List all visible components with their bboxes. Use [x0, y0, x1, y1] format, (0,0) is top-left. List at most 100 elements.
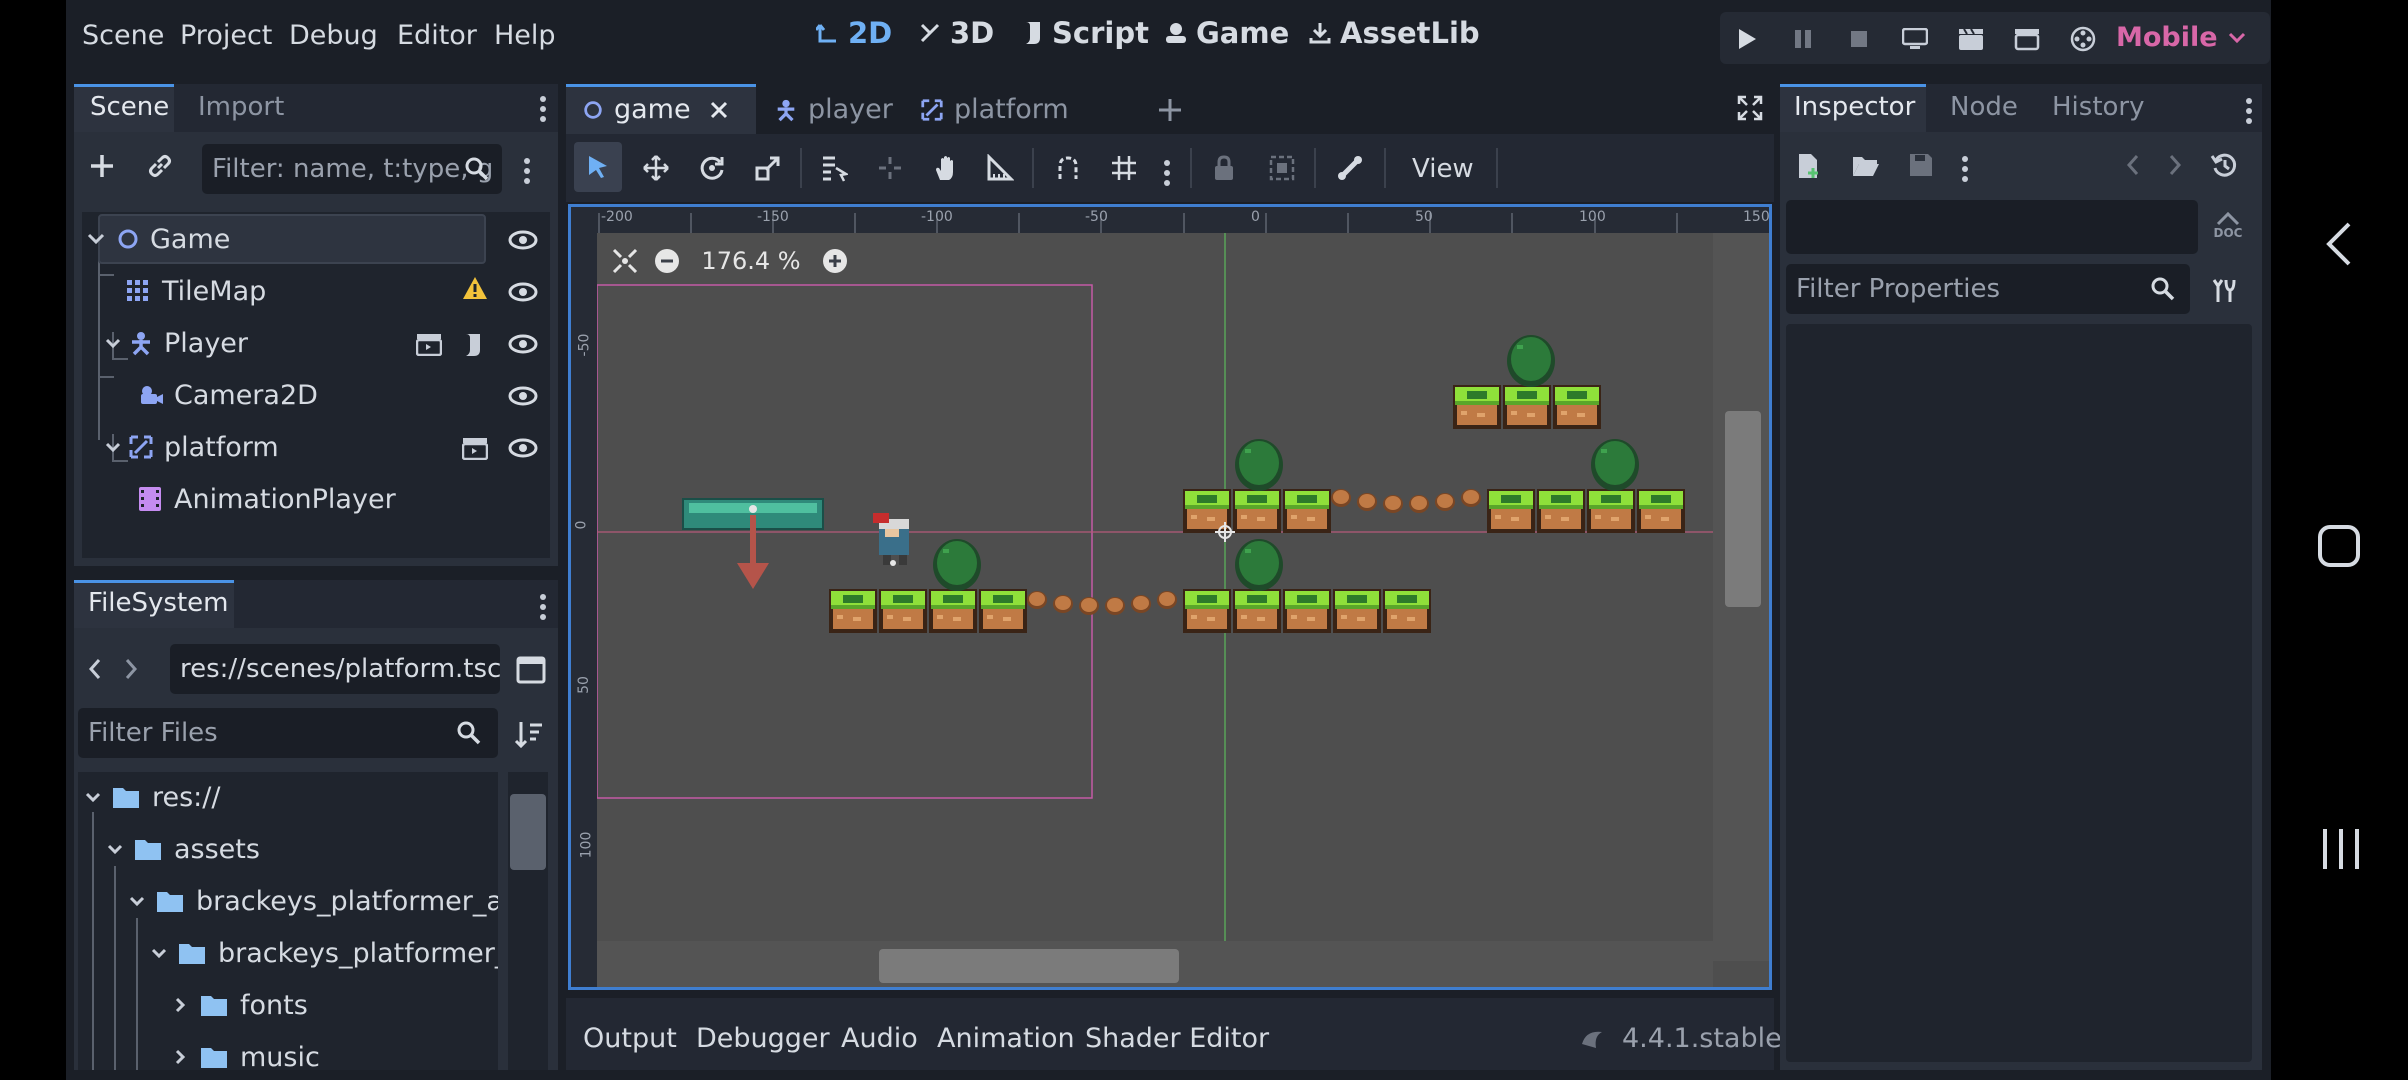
smart-snap-icon[interactable] — [1054, 154, 1082, 182]
center-view-icon[interactable] — [611, 247, 639, 275]
select-arrow-icon[interactable] — [586, 154, 610, 180]
instance-scene-button[interactable] — [146, 152, 174, 180]
open-folder-icon[interactable] — [1852, 154, 1880, 178]
chevron-down-icon[interactable] — [106, 843, 124, 855]
tab-node[interactable]: Node — [1950, 92, 2018, 122]
distraction-free-icon[interactable] — [1736, 94, 1764, 122]
menu-debug[interactable]: Debug — [289, 20, 378, 51]
forward-arrow-icon[interactable] — [124, 658, 138, 680]
visibility-eye-icon[interactable] — [508, 230, 538, 250]
tab-inspector[interactable]: Inspector — [1794, 92, 1915, 122]
inspector-menu-icon[interactable] — [2246, 94, 2254, 128]
pivot-tool-icon[interactable] — [876, 154, 904, 182]
grid-snap-icon[interactable] — [1110, 154, 1138, 182]
back-arrow-icon[interactable] — [88, 658, 102, 680]
player-sprite[interactable] — [873, 513, 909, 566]
split-view-icon[interactable] — [516, 656, 546, 684]
pause-button[interactable] — [1786, 22, 1820, 56]
group-icon[interactable] — [1268, 154, 1296, 182]
tab-history[interactable]: History — [2052, 92, 2145, 122]
chevron-right-icon[interactable] — [174, 1048, 186, 1066]
tree-item-platform[interactable]: platform — [104, 422, 279, 472]
scrollbar-thumb[interactable] — [879, 949, 1179, 983]
rotate-tool-icon[interactable] — [698, 154, 726, 182]
tab-player-scene[interactable]: player — [774, 94, 893, 125]
scrollbar-thumb[interactable] — [510, 794, 546, 870]
tree-item-game[interactable]: Game — [86, 214, 230, 264]
filesystem-path-input[interactable]: res://scenes/platform.tscn — [170, 644, 500, 694]
tree-item-animationplayer[interactable]: AnimationPlayer — [138, 474, 396, 524]
run-current-scene-button[interactable] — [1954, 22, 1988, 56]
tab-shader-editor[interactable]: Shader Editor — [1085, 1023, 1269, 1054]
tree-item-player[interactable]: Player — [104, 318, 248, 368]
scene-filter-input[interactable]: Filter: name, t:type, g — [202, 144, 502, 194]
open-in-editor-icon[interactable] — [462, 436, 488, 460]
visibility-eye-icon[interactable] — [508, 282, 538, 302]
skeleton-bone-icon[interactable] — [1336, 154, 1364, 182]
history-back-icon[interactable] — [2126, 154, 2140, 176]
tree-item-camera2d[interactable]: Camera2D — [138, 370, 318, 420]
new-resource-icon[interactable] — [1796, 152, 1822, 180]
file-item-res[interactable]: res:// — [84, 772, 220, 822]
open-docs-button[interactable]: DOC — [2210, 210, 2246, 246]
scene-dock-menu-icon[interactable] — [540, 92, 548, 126]
chevron-down-icon[interactable] — [84, 791, 102, 803]
object-selector[interactable] — [1786, 200, 2198, 254]
filesystem-filter-input[interactable]: Filter Files — [78, 708, 498, 758]
chevron-down-icon[interactable] — [150, 947, 168, 959]
update-spinner-icon[interactable] — [1580, 1026, 1606, 1050]
view-menu-button[interactable]: View — [1412, 154, 1474, 184]
chevron-down-icon[interactable] — [128, 895, 146, 907]
open-in-editor-icon[interactable] — [416, 332, 442, 356]
tab-animation[interactable]: Animation — [937, 1023, 1075, 1054]
visibility-eye-icon[interactable] — [508, 438, 538, 458]
chevron-down-icon[interactable] — [86, 232, 106, 246]
home-nav-icon[interactable] — [2317, 524, 2361, 568]
back-nav-icon[interactable] — [2325, 220, 2353, 268]
close-icon[interactable] — [709, 100, 729, 120]
script-icon[interactable] — [462, 332, 484, 358]
visibility-eye-icon[interactable] — [508, 386, 538, 406]
ruler-tool-icon[interactable] — [986, 154, 1014, 182]
tab-scene[interactable]: Scene — [90, 92, 169, 122]
history-clock-icon[interactable] — [2210, 152, 2238, 178]
mode-game-button[interactable]: Game — [1164, 16, 1289, 50]
file-tree-scrollbar[interactable] — [508, 772, 548, 1070]
tree-item-tilemap[interactable]: TileMap — [126, 266, 266, 316]
menu-help[interactable]: Help — [494, 20, 556, 51]
tab-debugger[interactable]: Debugger — [696, 1023, 830, 1054]
run-custom-scene-button[interactable] — [2010, 22, 2044, 56]
move-tool-icon[interactable] — [642, 154, 670, 182]
play-button[interactable] — [1730, 22, 1764, 56]
snap-options-icon[interactable] — [1164, 156, 1172, 190]
inspector-options-icon[interactable] — [1962, 152, 1970, 186]
list-select-icon[interactable] — [820, 154, 848, 182]
warning-icon[interactable] — [462, 276, 488, 300]
menu-editor[interactable]: Editor — [397, 20, 477, 51]
file-item-music[interactable]: music — [174, 1032, 320, 1070]
lock-icon[interactable] — [1212, 154, 1236, 182]
chevron-down-icon[interactable] — [104, 337, 122, 349]
menu-scene[interactable]: Scene — [82, 20, 164, 51]
menu-project[interactable]: Project — [180, 20, 272, 51]
chevron-right-icon[interactable] — [174, 996, 186, 1014]
tools-icon[interactable] — [2212, 276, 2240, 304]
tab-platform-scene[interactable]: platform — [920, 94, 1069, 125]
zoom-level[interactable]: 176.4 % — [695, 247, 807, 275]
tab-game-scene[interactable]: game — [582, 94, 729, 125]
add-node-button[interactable] — [88, 152, 116, 180]
recents-nav-icon[interactable] — [2321, 826, 2361, 872]
file-item-brackeys-assets[interactable]: brackeys_platformer_a... — [128, 876, 498, 926]
filesystem-menu-icon[interactable] — [540, 590, 548, 624]
filter-properties-input[interactable]: Filter Properties — [1786, 264, 2190, 314]
file-item-brackeys-platformer[interactable]: brackeys_platformer_... — [150, 928, 498, 978]
scene-filter-options-icon[interactable] — [524, 154, 532, 188]
mode-assetlib-button[interactable]: AssetLib — [1308, 16, 1480, 50]
horizontal-scrollbar[interactable] — [597, 941, 1713, 987]
history-forward-icon[interactable] — [2168, 154, 2182, 176]
renderer-selector[interactable]: Mobile — [2116, 22, 2246, 53]
canvas-viewport[interactable]: -200 -150 -100 -50 0 50 100 150 -50 0 50… — [568, 204, 1772, 990]
movie-maker-button[interactable] — [2066, 22, 2100, 56]
pan-hand-icon[interactable] — [932, 154, 960, 182]
mode-3d-button[interactable]: 3D — [918, 16, 994, 50]
